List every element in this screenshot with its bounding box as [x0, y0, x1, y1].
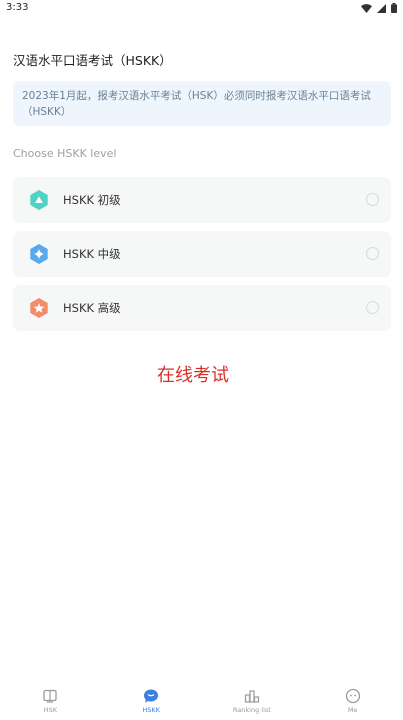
level-option-intermediate[interactable]: HSKK 中级 — [13, 231, 391, 277]
wifi-icon — [361, 3, 372, 13]
level-name: HSKK 初级 — [63, 193, 121, 207]
tab-label: Me — [347, 706, 358, 714]
status-bar: 3:33 — [0, 0, 403, 18]
level-radio[interactable] — [366, 301, 379, 314]
level-name: HSKK 中级 — [63, 247, 121, 261]
page-title: 汉语水平口语考试（HSKK） — [13, 53, 172, 68]
level-option-beginner[interactable]: HSKK 初级 — [13, 177, 391, 223]
star-badge-icon — [29, 298, 49, 318]
face-icon — [345, 688, 360, 704]
status-time: 3:33 — [6, 2, 29, 13]
notice-banner: 2023年1月起，报考汉语水平考试（HSK）必须同时报考汉语水平口语考试（HSK… — [13, 81, 391, 126]
tab-label: HSK — [43, 706, 58, 714]
level-radio[interactable] — [366, 193, 379, 206]
level-radio[interactable] — [366, 247, 379, 260]
bottom-tab-bar: HSK HSKK Ranking list Me — [0, 684, 403, 720]
tab-ranking-list[interactable]: Ranking list — [202, 684, 303, 720]
diamond-badge-icon — [29, 244, 49, 264]
status-icons — [361, 3, 397, 13]
chat-bubble-icon — [144, 689, 159, 703]
tab-hsk[interactable]: HSK — [0, 684, 101, 720]
tab-hskk[interactable]: HSKK — [101, 684, 202, 720]
signal-icon — [377, 3, 386, 13]
triangle-badge-icon — [29, 190, 49, 210]
level-list: HSKK 初级 HSKK 中级 HSKK 高级 — [13, 177, 391, 339]
battery-icon — [391, 3, 397, 13]
level-option-advanced[interactable]: HSKK 高级 — [13, 285, 391, 331]
online-exam-caption: 在线考试 — [157, 365, 229, 386]
tab-label: HSKK — [142, 706, 160, 714]
ranking-icon — [244, 690, 259, 703]
level-name: HSKK 高级 — [63, 301, 121, 315]
section-label: Choose HSKK level — [13, 147, 117, 160]
tab-label: Ranking list — [232, 706, 271, 714]
book-icon — [43, 689, 58, 703]
tab-me[interactable]: Me — [302, 684, 403, 720]
